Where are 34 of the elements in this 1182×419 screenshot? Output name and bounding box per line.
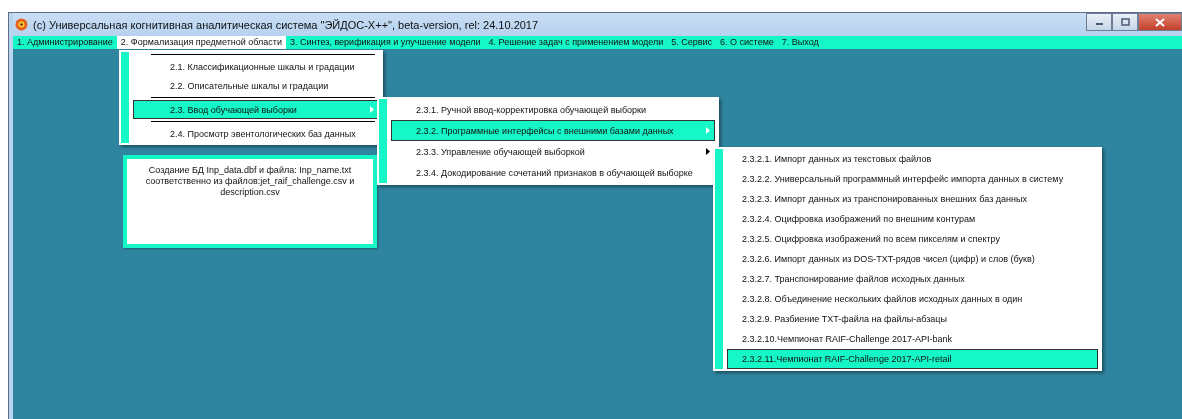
menu-item[interactable]: 2.3.3. Управление обучающей выборкой: [391, 141, 715, 162]
menu-bar-item[interactable]: 5. Сервис: [667, 36, 717, 49]
description-text: Создание БД Inp_data.dbf и файла: Inp_name.txt соответственно из файлов:jet_raif_challenge.csv и description.csv: [145, 165, 355, 197]
maximize-icon: [1120, 18, 1130, 26]
menu-item[interactable]: 2.3.2.6. Импорт данных из DOS-TXT-рядов чисел (цифр) и слов (букв): [727, 249, 1098, 269]
menu-item[interactable]: 2.3.2.9. Разбиение TXT-файла на файлы-абзацы: [727, 309, 1098, 329]
menu-item[interactable]: 2.1. Классификационные шкалы и градации: [133, 57, 379, 76]
menu-bar-item[interactable]: 2. Формализация предметной области: [116, 36, 286, 49]
menu-item[interactable]: 2.3. Ввод обучающей выборки: [133, 100, 379, 119]
menu-bar-item[interactable]: 4. Решение задач с применением модели: [484, 36, 668, 49]
menu-bar-item[interactable]: 3. Синтез, верификация и улучшение модели: [285, 36, 485, 49]
window-title: (c) Универсальная когнитивная аналитическая система "ЭЙДОС-X++", beta-version, rel: 24.10.2017: [33, 18, 539, 31]
menu-item[interactable]: 2.3.2. Программные интерфейсы с внешними базами данных: [391, 120, 715, 141]
menu-bar-item[interactable]: 6. О системе: [716, 36, 778, 49]
menu-bar-item[interactable]: 7. Выход: [777, 36, 823, 49]
menu-item[interactable]: 2.3.4. Докодирование сочетаний признаков в обучающей выборке: [391, 162, 715, 183]
menu-item[interactable]: 2.3.2.1. Импорт данных из текстовых файлов: [727, 149, 1098, 169]
menu-item[interactable]: 2.3.1. Ручной ввод-корректировка обучающей выборки: [391, 99, 715, 120]
app-logo-icon: [15, 18, 28, 31]
close-button[interactable]: [1138, 13, 1182, 31]
menu-item[interactable]: 2.3.2.3. Импорт данных из транспонированных внешних баз данных: [727, 189, 1098, 209]
close-icon: [1155, 17, 1165, 27]
maximize-button[interactable]: [1112, 13, 1138, 31]
menu-item[interactable]: 2.3.2.8. Объединение нескольких файлов исходных данных в один: [727, 289, 1098, 309]
menu-item[interactable]: 2.3.2.10.Чемпионат RAIF-Challenge 2017-API-bank: [727, 329, 1098, 349]
menu-item[interactable]: 2.3.2.5. Оцифровка изображений по всем пикселям и спектру: [727, 229, 1098, 249]
menu-item[interactable]: 2.3.2.7. Транспонирование файлов исходных данных: [727, 269, 1098, 289]
menu-bar-item[interactable]: 1. Администрирование: [13, 36, 117, 49]
menu-item[interactable]: 2.3.2.2. Универсальный программный интерфейс импорта данных в систему: [727, 169, 1098, 189]
menu-item[interactable]: 2.2. Описательные шкалы и градации: [133, 76, 379, 95]
minimize-button[interactable]: [1086, 13, 1112, 31]
menu-item[interactable]: 2.3.2.4. Оцифровка изображений по внешним контурам: [727, 209, 1098, 229]
menu-item[interactable]: 2.4. Просмотр эвентологических баз данных: [133, 124, 379, 143]
menu-item[interactable]: 2.3.2.11.Чемпионат RAIF-Challenge 2017-API-retail: [727, 349, 1098, 369]
